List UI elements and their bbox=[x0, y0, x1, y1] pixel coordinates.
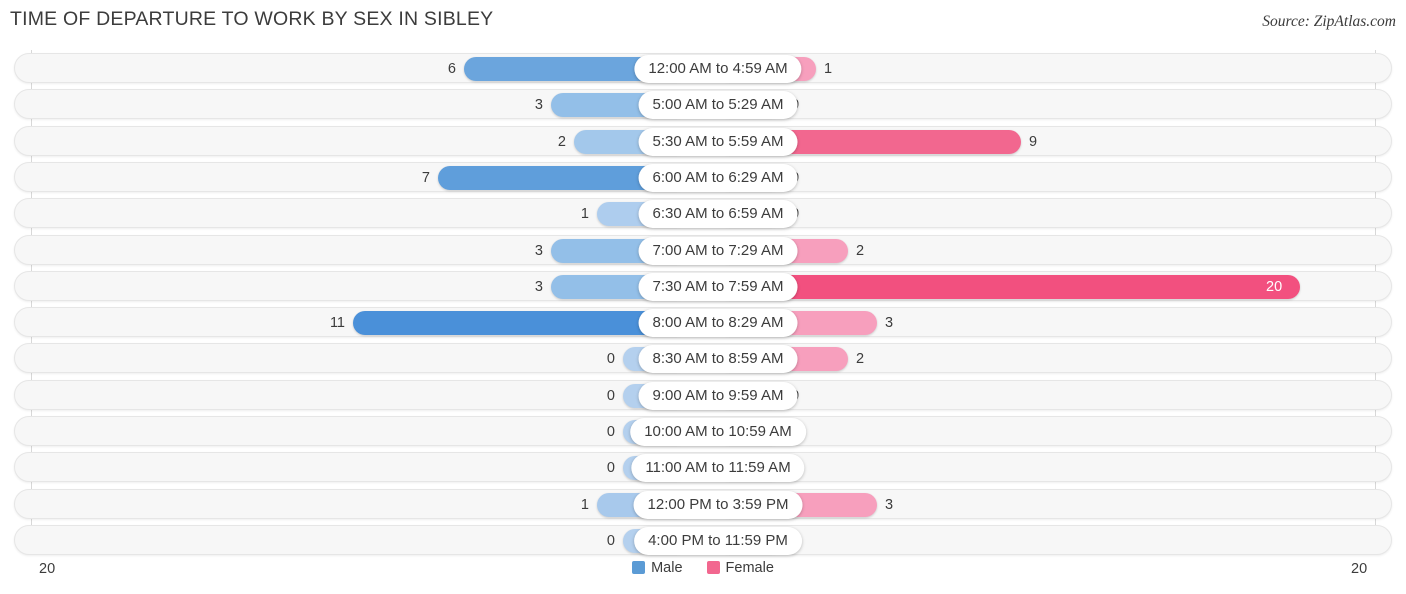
bar-female[interactable] bbox=[718, 274, 1300, 299]
category-label: 11:00 AM to 11:59 AM bbox=[631, 454, 805, 483]
table-row[interactable]: 1 3 12:00 PM to 3:59 PM bbox=[14, 488, 1392, 519]
category-label: 7:30 AM to 7:59 AM bbox=[638, 272, 798, 301]
category-label: 7:00 AM to 7:29 AM bbox=[638, 236, 798, 265]
bar-value-male: 0 bbox=[606, 351, 615, 368]
bar-value-male: 0 bbox=[606, 424, 615, 440]
category-label: 6:30 AM to 6:59 AM bbox=[638, 200, 798, 229]
chart-plot-area: 6112:00 AM to 4:59 AM305:00 AM to 5:29 A… bbox=[0, 50, 1406, 556]
chart-legend: Male Female bbox=[0, 560, 1406, 576]
table-row[interactable]: 0011:00 AM to 11:59 AM bbox=[14, 452, 1392, 483]
bar-value-male: 11 bbox=[329, 315, 345, 332]
table-row[interactable]: 009:00 AM to 9:59 AM bbox=[14, 379, 1392, 410]
source-attribution: Source: ZipAtlas.com bbox=[1262, 13, 1396, 30]
table-row[interactable]: 3 20 7:30 AM to 7:59 AM bbox=[14, 270, 1392, 301]
bar-value-female: 9 bbox=[1029, 133, 1038, 150]
table-row[interactable]: 11 3 8:00 AM to 8:29 AM bbox=[14, 307, 1392, 338]
legend-item-male[interactable]: Male bbox=[632, 560, 683, 577]
bar-value-male: 1 bbox=[580, 206, 589, 223]
legend-item-female[interactable]: Female bbox=[706, 560, 774, 577]
bar-value-male: 3 bbox=[534, 278, 543, 295]
table-row[interactable]: 706:00 AM to 6:29 AM bbox=[14, 161, 1392, 192]
bar-value-female: 2 bbox=[856, 351, 865, 368]
category-label: 9:00 AM to 9:59 AM bbox=[638, 381, 798, 410]
category-label: 12:00 PM to 3:59 PM bbox=[633, 490, 803, 519]
table-row[interactable]: 004:00 PM to 11:59 PM bbox=[14, 524, 1392, 555]
table-row[interactable]: 106:30 AM to 6:59 AM bbox=[14, 198, 1392, 229]
category-label: 10:00 AM to 10:59 AM bbox=[630, 418, 806, 446]
bar-value-male: 2 bbox=[557, 133, 566, 150]
bar-value-female: 1 bbox=[824, 61, 833, 77]
table-row[interactable]: 2 9 5:30 AM to 5:59 AM bbox=[14, 125, 1392, 156]
page-title: TIME OF DEPARTURE TO WORK BY SEX IN SIBL… bbox=[10, 8, 494, 30]
legend-label: Female bbox=[725, 560, 774, 577]
category-label: 12:00 AM to 4:59 AM bbox=[634, 55, 802, 83]
bar-value-female: 20 bbox=[1266, 278, 1283, 295]
category-label: 4:00 PM to 11:59 PM bbox=[634, 526, 802, 555]
bar-value-male: 6 bbox=[447, 61, 456, 77]
bar-value-female: 3 bbox=[885, 315, 894, 332]
bar-value-male: 0 bbox=[606, 387, 615, 404]
legend-label: Male bbox=[651, 560, 683, 577]
bar-value-female: 3 bbox=[885, 496, 894, 513]
category-label: 5:30 AM to 5:59 AM bbox=[638, 127, 798, 156]
bar-value-male: 1 bbox=[580, 496, 589, 513]
bar-value-male: 0 bbox=[606, 532, 615, 549]
category-label: 6:00 AM to 6:29 AM bbox=[638, 163, 798, 192]
category-label: 5:00 AM to 5:29 AM bbox=[638, 91, 798, 120]
table-row[interactable]: 305:00 AM to 5:29 AM bbox=[14, 89, 1392, 120]
category-label: 8:00 AM to 8:29 AM bbox=[638, 309, 798, 338]
bar-value-male: 3 bbox=[534, 97, 543, 114]
table-row[interactable]: 0010:00 AM to 10:59 AM bbox=[14, 416, 1392, 446]
table-row[interactable]: 0 2 8:30 AM to 8:59 AM bbox=[14, 343, 1392, 374]
bar-value-male: 7 bbox=[421, 169, 430, 186]
bar-value-female: 2 bbox=[856, 242, 865, 259]
legend-swatch-icon bbox=[632, 561, 646, 575]
table-row[interactable]: 3 2 7:00 AM to 7:29 AM bbox=[14, 234, 1392, 265]
category-label: 8:30 AM to 8:59 AM bbox=[638, 345, 798, 374]
bar-value-male: 0 bbox=[606, 460, 615, 477]
bar-value-male: 3 bbox=[534, 242, 543, 259]
legend-swatch-icon bbox=[706, 561, 720, 575]
table-row[interactable]: 6 1 12:00 AM to 4:59 AM bbox=[14, 53, 1392, 83]
